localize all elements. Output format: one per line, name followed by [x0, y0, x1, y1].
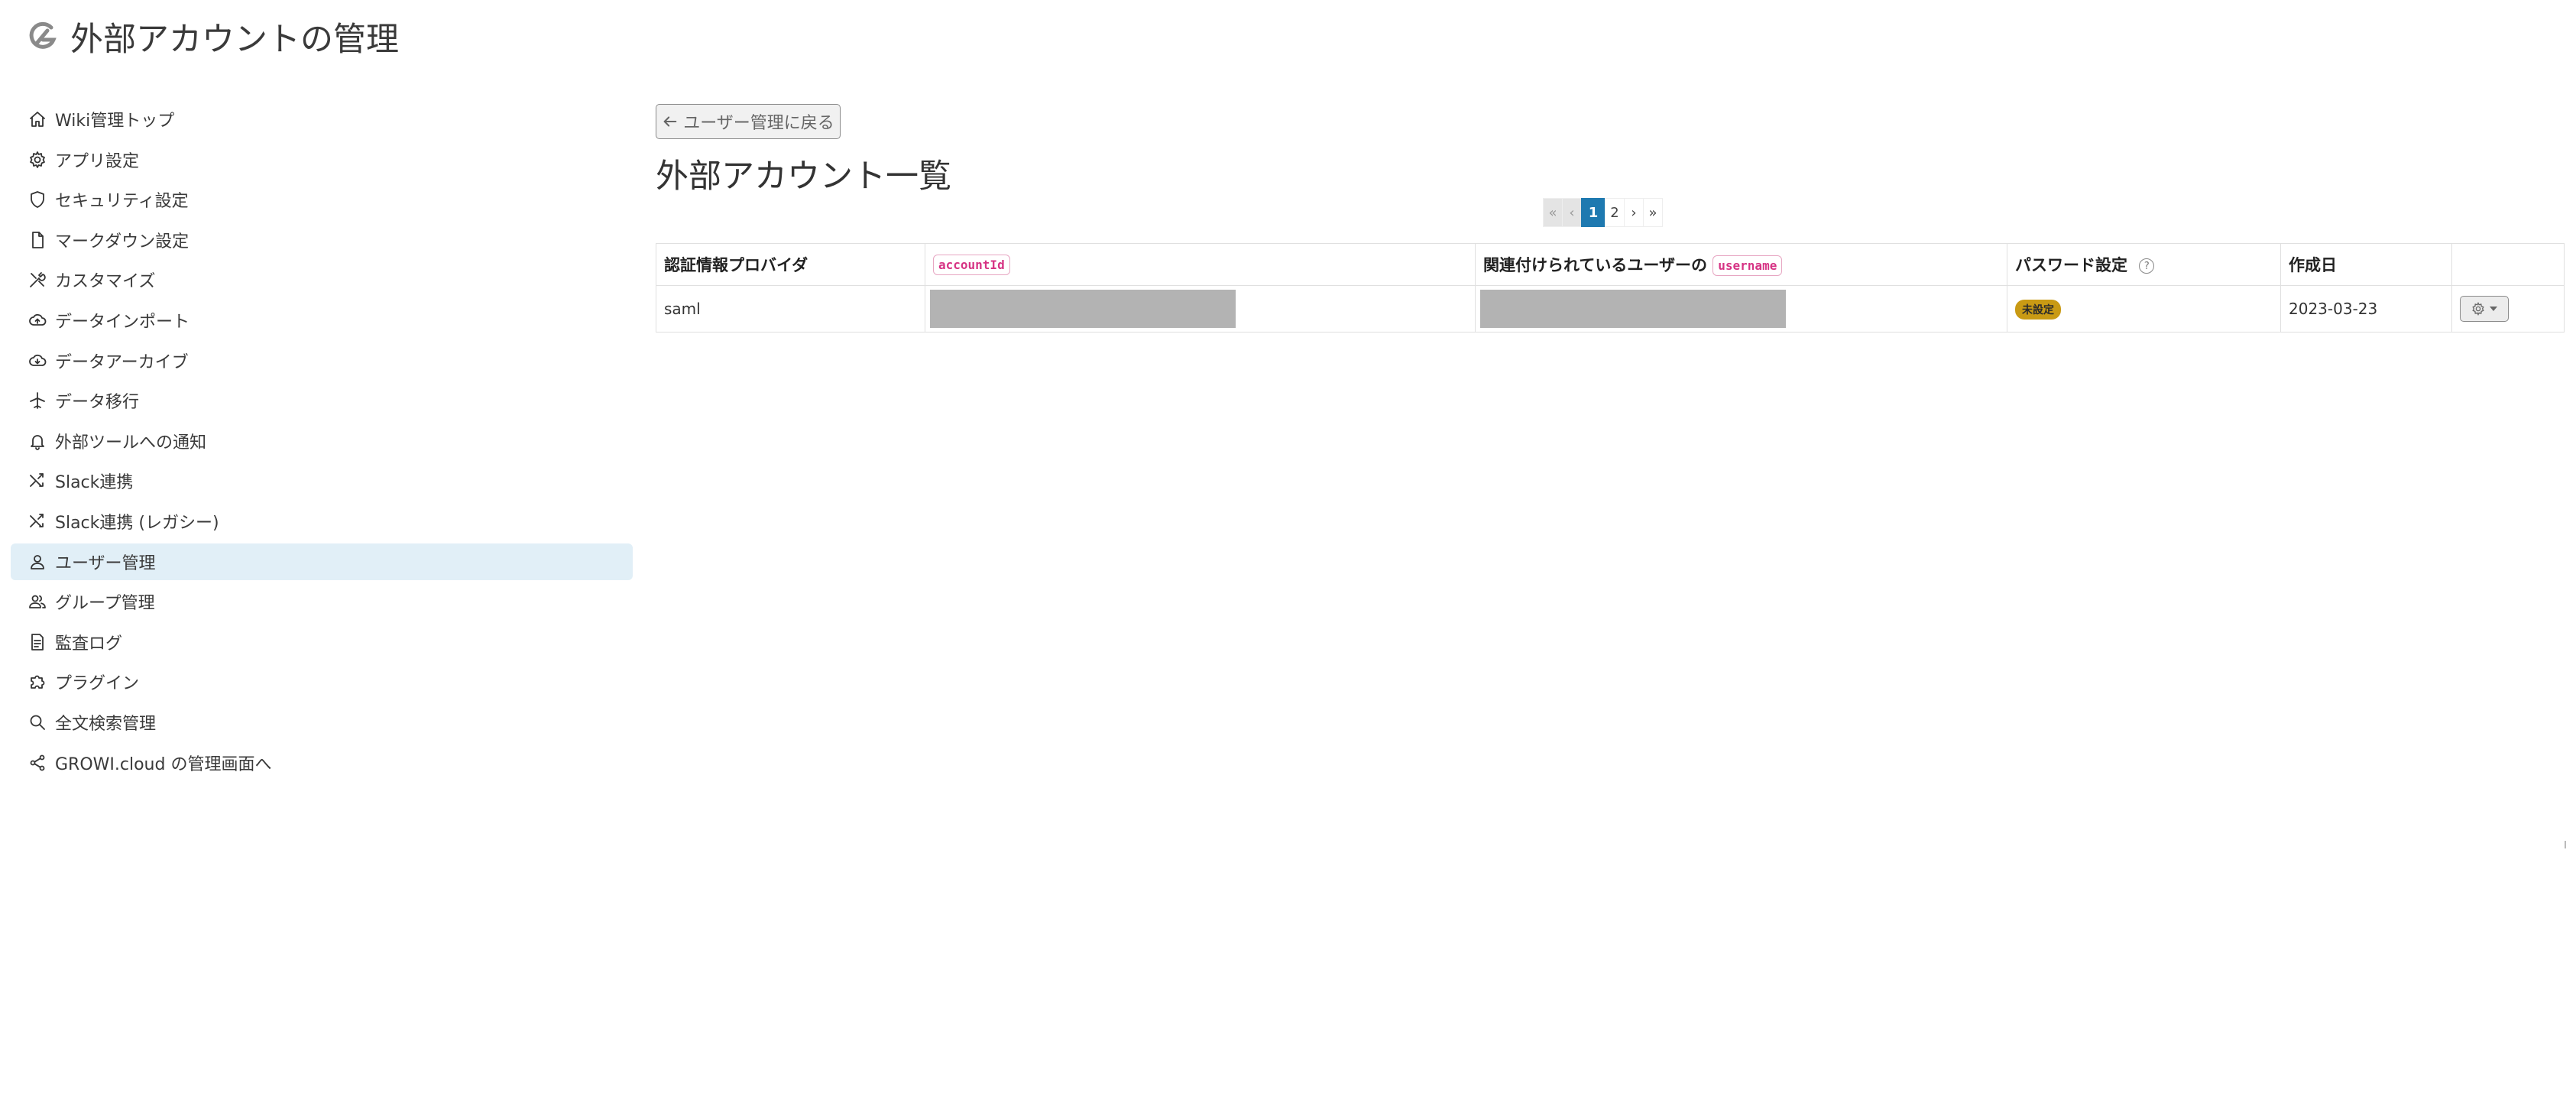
growi-logo-icon	[29, 21, 57, 49]
sidebar-item-label: プラグイン	[55, 674, 140, 694]
sidebar-item-customize[interactable]: カスタマイズ	[11, 261, 633, 298]
sidebar-item-markdown[interactable]: マークダウン設定	[11, 222, 633, 258]
pagination-prev[interactable]: ‹	[1562, 198, 1582, 227]
pagination-last[interactable]: »	[1643, 198, 1663, 227]
sidebar-item-label: マークダウン設定	[55, 232, 190, 251]
column-header-password: パスワード設定 ?	[2007, 243, 2281, 286]
pagination: « ‹ 1 2 › »	[1543, 198, 1663, 227]
sidebar-item-label: セキュリティ設定	[55, 192, 189, 212]
sidebar-item-label: GROWI.cloud の管理画面へ	[55, 754, 272, 774]
sidebar-item-notification[interactable]: 外部ツールへの通知	[11, 423, 633, 459]
sidebar-item-slack-legacy[interactable]: Slack連携 (レガシー)	[11, 503, 633, 540]
cloud-download-icon	[28, 351, 47, 371]
redacted-username	[1480, 290, 1786, 328]
log-icon	[28, 632, 47, 652]
share-icon	[28, 753, 47, 773]
sidebar-item-label: Slack連携	[55, 473, 134, 493]
scroll-edge-marker	[2565, 841, 2566, 848]
cell-created: 2023-03-23	[2280, 285, 2452, 333]
sidebar-item-label: 監査ログ	[55, 634, 123, 654]
column-header-account-id: accountId	[925, 243, 1476, 286]
cloud-upload-icon	[28, 310, 47, 330]
sidebar-item-plugins[interactable]: プラグイン	[11, 663, 633, 700]
sidebar-item-label: ユーザー管理	[55, 553, 156, 573]
column-header-created: 作成日	[2280, 243, 2452, 286]
pagination-page-2[interactable]: 2	[1605, 198, 1625, 227]
cell-provider: saml	[656, 285, 925, 333]
bell-icon	[28, 431, 47, 451]
password-header-label: パスワード設定	[2015, 256, 2127, 274]
sidebar-item-security[interactable]: セキュリティ設定	[11, 181, 633, 218]
cell-account-id	[925, 285, 1476, 333]
sidebar-item-app-settings[interactable]: アプリ設定	[11, 141, 633, 178]
sidebar-item-label: 外部ツールへの通知	[55, 433, 207, 453]
table-header-row: 認証情報プロバイダ accountId 関連付けられているユーザーの usern…	[656, 243, 2565, 286]
sidebar-item-growi-cloud[interactable]: GROWI.cloud の管理画面へ	[11, 745, 633, 781]
gear-icon	[28, 150, 47, 170]
sidebar-item-label: 全文検索管理	[55, 714, 157, 734]
sidebar-item-label: データインポート	[55, 312, 190, 332]
redacted-account-id	[930, 290, 1236, 328]
pagination-page-1[interactable]: 1	[1581, 198, 1606, 227]
sidebar-item-label: グループ管理	[55, 594, 155, 614]
sidebar-item-label: Wiki管理トップ	[55, 112, 175, 131]
cell-actions	[2451, 285, 2565, 333]
search-icon	[28, 712, 47, 732]
sidebar-item-wiki-top[interactable]: Wiki管理トップ	[11, 101, 633, 138]
sidebar-item-label: カスタマイズ	[55, 272, 156, 292]
airplane-icon	[28, 391, 47, 410]
sidebar-item-label: データ移行	[55, 393, 140, 413]
admin-sidebar: Wiki管理トップ アプリ設定 セキュリティ設定 マークダウン設定 カスタマイズ…	[11, 101, 633, 784]
cell-linked-user	[1475, 285, 2007, 333]
sidebar-item-label: Slack連携 (レガシー)	[55, 513, 219, 533]
sidebar-item-data-migration[interactable]: データ移行	[11, 382, 633, 419]
shuffle-icon	[28, 511, 47, 531]
page-header: 外部アカウントの管理	[26, 15, 399, 59]
home-icon	[28, 109, 47, 129]
sidebar-item-group-management[interactable]: グループ管理	[11, 583, 633, 620]
row-actions-dropdown-button[interactable]	[2460, 296, 2509, 322]
file-icon	[28, 230, 47, 250]
account-id-code: accountId	[933, 254, 1010, 275]
sidebar-item-audit-log[interactable]: 監査ログ	[11, 624, 633, 660]
external-accounts-table: 認証情報プロバイダ accountId 関連付けられているユーザーの usern…	[656, 243, 2565, 333]
sidebar-item-label: データアーカイブ	[55, 352, 189, 372]
status-badge: 未設定	[2015, 299, 2061, 320]
sidebar-item-data-archive[interactable]: データアーカイブ	[11, 342, 633, 379]
sidebar-item-fulltext-search[interactable]: 全文検索管理	[11, 704, 633, 741]
column-header-provider: 認証情報プロバイダ	[656, 243, 925, 286]
linked-user-label: 関連付けられているユーザーの	[1483, 255, 1707, 274]
puzzle-icon	[28, 672, 47, 692]
help-icon[interactable]: ?	[2139, 258, 2155, 274]
column-header-actions	[2451, 243, 2565, 286]
section-title: 外部アカウント一覧	[656, 157, 951, 196]
pagination-first[interactable]: «	[1543, 198, 1563, 227]
user-icon	[28, 552, 47, 572]
cell-password: 未設定	[2007, 285, 2281, 333]
pagination-next[interactable]: ›	[1624, 198, 1644, 227]
sidebar-item-label: アプリ設定	[55, 151, 140, 171]
tools-icon	[28, 270, 47, 290]
users-icon	[28, 592, 47, 612]
shuffle-icon	[28, 471, 47, 491]
chevron-down-icon	[2490, 307, 2497, 311]
shield-icon	[28, 190, 47, 209]
back-button-label: ユーザー管理に戻る	[683, 114, 834, 133]
sidebar-item-data-import[interactable]: データインポート	[11, 302, 633, 339]
table-row: saml 未設定 2023-03-23	[656, 285, 2565, 333]
page-title: 外部アカウントの管理	[70, 21, 399, 59]
gear-icon	[2472, 302, 2484, 316]
arrow-left-icon	[663, 116, 677, 127]
sidebar-item-user-management[interactable]: ユーザー管理	[11, 543, 633, 580]
back-to-user-management-button[interactable]: ユーザー管理に戻る	[656, 104, 841, 139]
column-header-linked-user: 関連付けられているユーザーの username	[1475, 243, 2007, 286]
sidebar-item-slack[interactable]: Slack連携	[11, 462, 633, 499]
username-code: username	[1712, 255, 1783, 277]
